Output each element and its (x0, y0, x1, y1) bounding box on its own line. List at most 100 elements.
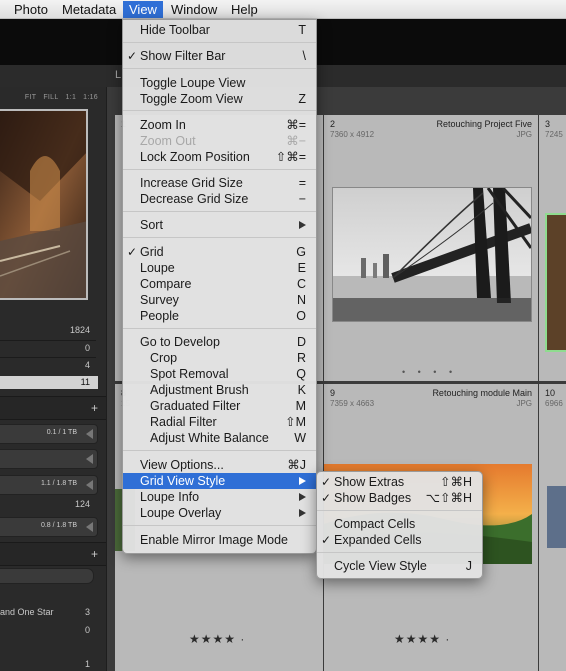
menu-separator (317, 552, 482, 553)
menubar: Photo Metadata View Window Help (0, 0, 566, 19)
menu-item-toggle-zoom-view[interactable]: Toggle Zoom View Z (123, 91, 316, 107)
checkmark-icon: ✓ (321, 475, 332, 489)
thumbnail[interactable] (547, 486, 566, 548)
menu-item-grid[interactable]: ✓ Grid G (123, 244, 316, 260)
submenu-item-expanded-cells[interactable]: ✓ Expanded Cells (317, 532, 482, 548)
menu-item-compare[interactable]: Compare C (123, 276, 316, 292)
cell-index: 2 (330, 119, 336, 129)
menu-item-lock-zoom-position[interactable]: Lock Zoom Position ⇧⌘= (123, 149, 316, 165)
menu-item-toggle-loupe-view[interactable]: Toggle Loupe View (123, 75, 316, 91)
collection-count: 1 (84, 659, 90, 669)
grid-cell[interactable]: 2 7360 x 4912 Retouching Project Five JP… (324, 115, 538, 381)
menu-item-radial-filter[interactable]: Radial Filter ⇧M (123, 414, 316, 430)
menu-item-loupe-info[interactable]: Loupe Info (123, 489, 316, 505)
navigator-preview-image (0, 111, 86, 298)
folders-header: + (0, 396, 106, 420)
submenu-arrow-icon (299, 493, 306, 501)
grid-cell[interactable]: 3 7245 (539, 115, 566, 381)
menu-item-hide-toolbar[interactable]: Hide Toolbar T (123, 22, 316, 38)
collection-filter-input[interactable] (0, 568, 94, 584)
cell-extension: JPG (516, 399, 532, 408)
volume-row[interactable] (0, 449, 98, 469)
thumbnail-selected[interactable] (545, 213, 566, 352)
volume-row[interactable]: 1.1 / 1.8 TB (0, 475, 98, 495)
cell-dimensions: 7360 x 4912 (330, 130, 375, 139)
checkmark-icon: ✓ (127, 49, 138, 63)
menu-item-graduated-filter[interactable]: Graduated Filter M (123, 398, 316, 414)
menu-item-crop[interactable]: Crop R (123, 350, 316, 366)
menu-item-increase-grid-size[interactable]: Increase Grid Size = (123, 175, 316, 191)
count-quick-collection: 4 (84, 360, 90, 370)
cell-filename: Retouching Project Five (436, 119, 532, 129)
cell-index: 3 (545, 119, 551, 129)
cell-dimensions: 7359 x 4663 (330, 399, 375, 408)
menu-metadata[interactable]: Metadata (56, 1, 122, 18)
menu-item-zoom-in[interactable]: Zoom In ⌘= (123, 117, 316, 133)
menu-view[interactable]: View (123, 1, 163, 18)
collections-header: + (0, 542, 106, 566)
menu-item-adjustment-brush[interactable]: Adjustment Brush K (123, 382, 316, 398)
star-rating[interactable]: ★★★★ · (189, 632, 245, 646)
disclosure-icon (86, 429, 93, 439)
menu-item-people[interactable]: People O (123, 308, 316, 324)
grid-view-style-submenu: ✓ Show Extras ⇧⌘H ✓ Show Badges ⌥⇧⌘H Compact… (316, 471, 483, 579)
add-collection-icon[interactable]: + (91, 547, 98, 561)
count-synced: 0 (84, 343, 90, 353)
navigator-preview[interactable] (0, 109, 88, 300)
divider (0, 340, 96, 341)
volume-size: 1.1 / 1.8 TB (40, 480, 77, 487)
menu-item-grid-view-style[interactable]: Grid View Style (123, 473, 316, 489)
menu-separator (123, 211, 316, 212)
navigator-zoom-options: FIT FILL 1:1 1:16 (18, 94, 98, 101)
cell-extension: JPG (516, 130, 532, 139)
menu-separator (123, 169, 316, 170)
submenu-item-cycle-view-style[interactable]: Cycle View Style J (317, 558, 482, 574)
thumbnail[interactable] (332, 186, 533, 322)
menu-separator (123, 42, 316, 43)
add-folder-icon[interactable]: + (91, 401, 98, 415)
menu-item-view-options[interactable]: View Options... ⌘J (123, 457, 316, 473)
menu-item-enable-mirror-image-mode[interactable]: Enable Mirror Image Mode (123, 532, 316, 548)
menu-window[interactable]: Window (165, 1, 223, 18)
menu-item-loupe[interactable]: Loupe E (123, 260, 316, 276)
volume-row[interactable]: 0.8 / 1.8 TB (0, 517, 98, 537)
menu-item-spot-removal[interactable]: Spot Removal Q (123, 366, 316, 382)
submenu-item-show-extras[interactable]: ✓ Show Extras ⇧⌘H (317, 474, 482, 490)
submenu-arrow-icon (299, 221, 306, 229)
checkmark-icon: ✓ (127, 245, 138, 259)
submenu-arrow-icon (299, 509, 306, 517)
grid-header-label: L (115, 69, 122, 81)
zoom-fill[interactable]: FILL (43, 94, 58, 101)
menu-item-sort[interactable]: Sort (123, 217, 316, 233)
menu-separator (123, 110, 316, 111)
menu-item-adjust-white-balance[interactable]: Adjust White Balance W (123, 430, 316, 446)
menu-help[interactable]: Help (225, 1, 264, 18)
menu-item-show-filter-bar[interactable]: ✓ Show Filter Bar \ (123, 48, 316, 64)
menu-item-loupe-overlay[interactable]: Loupe Overlay (123, 505, 316, 521)
menu-separator (317, 510, 482, 511)
cell-filename: Retouching module Main (432, 388, 532, 398)
divider (0, 357, 96, 358)
grid-cell[interactable]: 10 6966 (539, 384, 566, 671)
checkmark-icon: ✓ (321, 491, 332, 505)
zoom-1-16[interactable]: 1:16 (83, 94, 98, 101)
cell-dimensions: 6966 (545, 399, 563, 408)
menu-separator (123, 328, 316, 329)
menu-item-go-to-develop[interactable]: Go to Develop D (123, 334, 316, 350)
menu-separator (123, 525, 316, 526)
cell-dots: • • • • (402, 367, 458, 377)
volume-size: 0.8 / 1.8 TB (40, 522, 77, 529)
collection-count: 3 (84, 607, 90, 617)
volume-row[interactable]: 0.1 / 1 TB (0, 424, 98, 444)
menu-item-zoom-out: Zoom Out ⌘− (140, 134, 306, 148)
zoom-1-1[interactable]: 1:1 (66, 94, 77, 101)
menu-photo[interactable]: Photo (8, 1, 54, 18)
star-rating[interactable]: ★★★★ · (394, 632, 450, 646)
menu-item-survey[interactable]: Survey N (123, 292, 316, 308)
menu-item-decrease-grid-size[interactable]: Decrease Grid Size − (123, 191, 316, 207)
submenu-item-show-badges[interactable]: ✓ Show Badges ⌥⇧⌘H (317, 490, 482, 506)
submenu-item-compact-cells[interactable]: Compact Cells (317, 516, 482, 532)
collection-name[interactable]: and One Star (0, 607, 54, 617)
menu-separator (123, 450, 316, 451)
zoom-fit[interactable]: FIT (25, 94, 36, 101)
